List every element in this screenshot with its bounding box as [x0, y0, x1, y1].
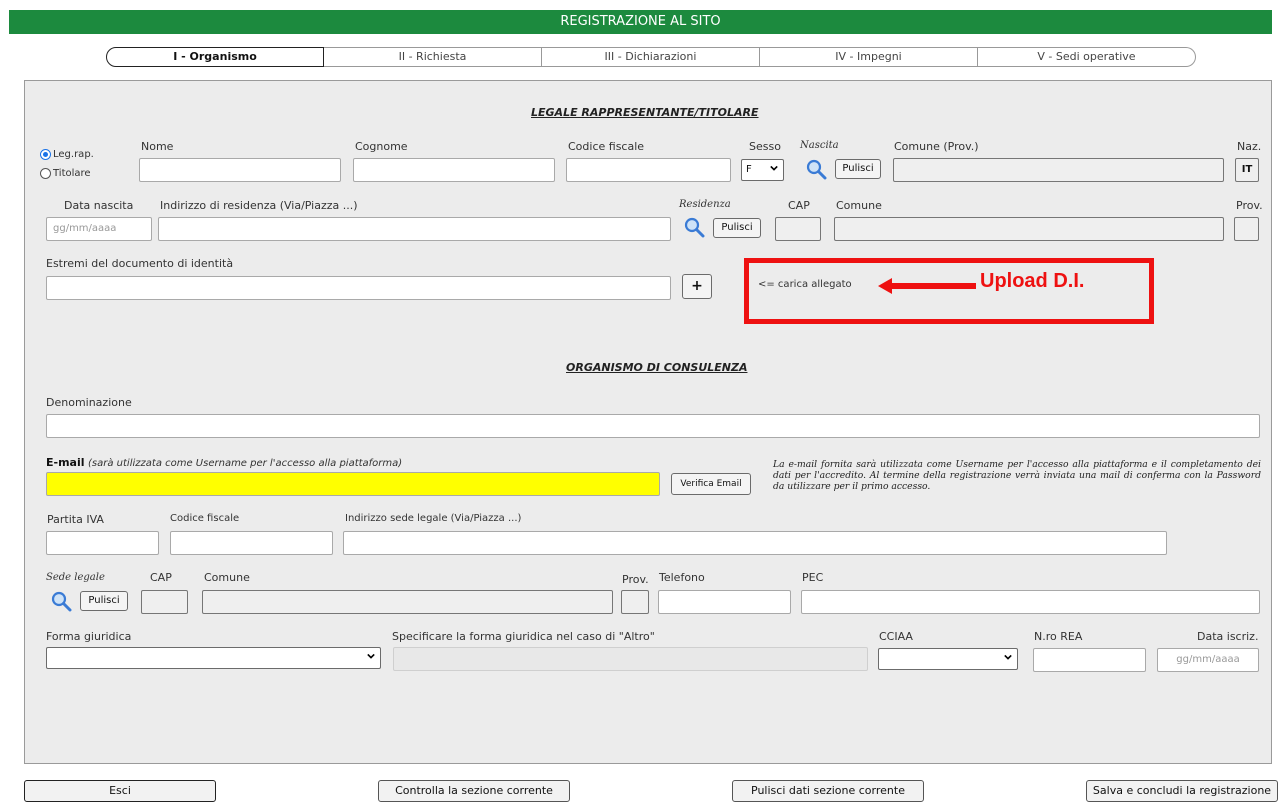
codice-fiscale-input[interactable]	[566, 158, 731, 182]
cap-residenza-label: CAP	[788, 199, 810, 212]
cognome-input[interactable]	[353, 158, 555, 182]
sede-legale-label: Sede legale	[46, 572, 105, 583]
email-info-text: La e-mail fornita sarà utilizzata come U…	[773, 459, 1261, 492]
cap-sede-input[interactable]	[141, 590, 188, 614]
chevron-down-icon	[770, 165, 778, 171]
rea-label: N.ro REA	[1034, 630, 1083, 643]
data-iscrizione-input[interactable]: gg/mm/aaaa	[1157, 648, 1259, 672]
indirizzo-residenza-label: Indirizzo di residenza (Via/Piazza ...)	[160, 199, 358, 212]
cap-sede-label: CAP	[150, 571, 172, 584]
sesso-select[interactable]: F	[741, 159, 784, 181]
chevron-down-icon	[1004, 654, 1012, 660]
forma-giuridica-select[interactable]	[46, 647, 381, 669]
pulisci-residenza-button[interactable]: Pulisci	[713, 218, 761, 238]
pec-label: PEC	[802, 571, 824, 584]
altro-label: Specificare la forma giuridica nel caso …	[392, 630, 655, 643]
pulisci-nascita-button[interactable]: Pulisci	[835, 159, 881, 179]
telefono-input[interactable]	[658, 590, 791, 614]
carica-allegato-text: <= carica allegato	[758, 279, 852, 290]
email-note: (sarà utilizzata come Username per l'acc…	[88, 458, 403, 469]
pulisci-sezione-button[interactable]: Pulisci dati sezione corrente	[732, 780, 924, 802]
page-title: REGISTRAZIONE AL SITO	[560, 14, 721, 29]
tab-label: V - Sedi operative	[1037, 50, 1136, 63]
pulisci-sede-button[interactable]: Pulisci	[80, 591, 128, 611]
section-title-legale: LEGALE RAPPRESENTANTE/TITOLARE	[531, 106, 759, 119]
prov-residenza-input[interactable]	[1234, 217, 1259, 241]
tab-label: II - Richiesta	[398, 50, 467, 63]
radio-titolare[interactable]	[40, 168, 51, 179]
nazione-value: IT	[1241, 164, 1253, 175]
cap-residenza-input[interactable]	[775, 217, 821, 241]
sesso-label: Sesso	[749, 140, 781, 153]
altro-input[interactable]	[393, 647, 868, 671]
search-icon[interactable]	[683, 216, 705, 238]
residenza-label: Residenza	[679, 199, 731, 210]
denominazione-input[interactable]	[46, 414, 1260, 438]
tab-dichiarazioni[interactable]: III - Dichiarazioni	[542, 47, 760, 67]
tab-sedi-operative[interactable]: V - Sedi operative	[978, 47, 1196, 67]
denominazione-label: Denominazione	[46, 396, 132, 409]
telefono-label: Telefono	[659, 571, 705, 584]
salva-concludi-button[interactable]: Salva e concludi la registrazione	[1086, 780, 1278, 802]
upload-di-annotation: Upload D.I.	[980, 270, 1085, 292]
documento-label: Estremi del documento di identità	[46, 257, 234, 270]
date-placeholder: gg/mm/aaaa	[1176, 654, 1240, 665]
pec-input[interactable]	[801, 590, 1260, 614]
add-allegato-button[interactable]: +	[682, 274, 712, 299]
section-title-organismo: ORGANISMO DI CONSULENZA	[566, 361, 748, 374]
indirizzo-residenza-input[interactable]	[158, 217, 671, 241]
search-icon[interactable]	[50, 590, 72, 612]
prov-sede-label: Prov.	[622, 573, 649, 586]
comune-residenza-label: Comune	[836, 199, 882, 212]
tab-label: IV - Impegni	[835, 50, 902, 63]
cognome-label: Cognome	[355, 140, 408, 153]
controlla-sezione-button[interactable]: Controlla la sezione corrente	[378, 780, 570, 802]
tab-label: III - Dichiarazioni	[604, 50, 697, 63]
prov-sede-input[interactable]	[621, 590, 649, 614]
codice-fiscale-org-label: Codice fiscale	[170, 513, 240, 524]
arrow-left-icon	[878, 278, 976, 294]
nascita-label: Nascita	[800, 140, 839, 151]
cciaa-select[interactable]	[878, 648, 1018, 670]
nazione-input[interactable]: IT	[1235, 158, 1259, 182]
partita-iva-input[interactable]	[46, 531, 159, 555]
indirizzo-sede-input[interactable]	[343, 531, 1167, 555]
esci-button[interactable]: Esci	[24, 780, 216, 802]
sesso-value: F	[746, 164, 752, 175]
codice-fiscale-org-input[interactable]	[170, 531, 333, 555]
data-iscrizione-label: Data iscriz.	[1197, 630, 1259, 643]
email-label-strong: E-mail	[46, 456, 85, 469]
email-input[interactable]	[46, 472, 660, 496]
tab-richiesta[interactable]: II - Richiesta	[324, 47, 542, 67]
radio-legrap[interactable]	[40, 149, 51, 160]
tab-label: I - Organismo	[173, 50, 257, 63]
comune-sede-label: Comune	[204, 571, 250, 584]
tab-impegni[interactable]: IV - Impegni	[760, 47, 978, 67]
comune-sede-input[interactable]	[202, 590, 613, 614]
chevron-down-icon	[367, 653, 375, 659]
nome-label: Nome	[141, 140, 174, 153]
search-icon[interactable]	[805, 158, 827, 180]
documento-input[interactable]	[46, 276, 671, 300]
indirizzo-sede-label: Indirizzo sede legale (Via/Piazza ...)	[345, 513, 522, 524]
prov-residenza-label: Prov.	[1236, 199, 1263, 212]
partita-iva-label: Partita IVA	[47, 513, 104, 526]
rea-input[interactable]	[1033, 648, 1146, 672]
data-nascita-input[interactable]: gg/mm/aaaa	[46, 217, 152, 241]
cciaa-label: CCIAA	[879, 630, 913, 643]
codice-fiscale-label: Codice fiscale	[568, 140, 645, 153]
tab-organismo[interactable]: I - Organismo	[106, 47, 324, 67]
comune-prov-label: Comune (Prov.)	[894, 140, 979, 153]
data-nascita-label: Data nascita	[64, 199, 134, 212]
comune-residenza-input[interactable]	[834, 217, 1224, 241]
radio-titolare-label: Titolare	[53, 168, 91, 179]
naz-label: Naz.	[1237, 140, 1262, 153]
verifica-email-button[interactable]: Verifica Email	[671, 473, 751, 495]
email-label: E-mail (sarà utilizzata come Username pe…	[46, 456, 402, 469]
radio-legrap-label: Leg.rap.	[53, 149, 94, 160]
date-placeholder: gg/mm/aaaa	[53, 223, 117, 234]
comune-nascita-input[interactable]	[893, 158, 1224, 182]
nome-input[interactable]	[139, 158, 341, 182]
forma-giuridica-label: Forma giuridica	[46, 630, 132, 643]
